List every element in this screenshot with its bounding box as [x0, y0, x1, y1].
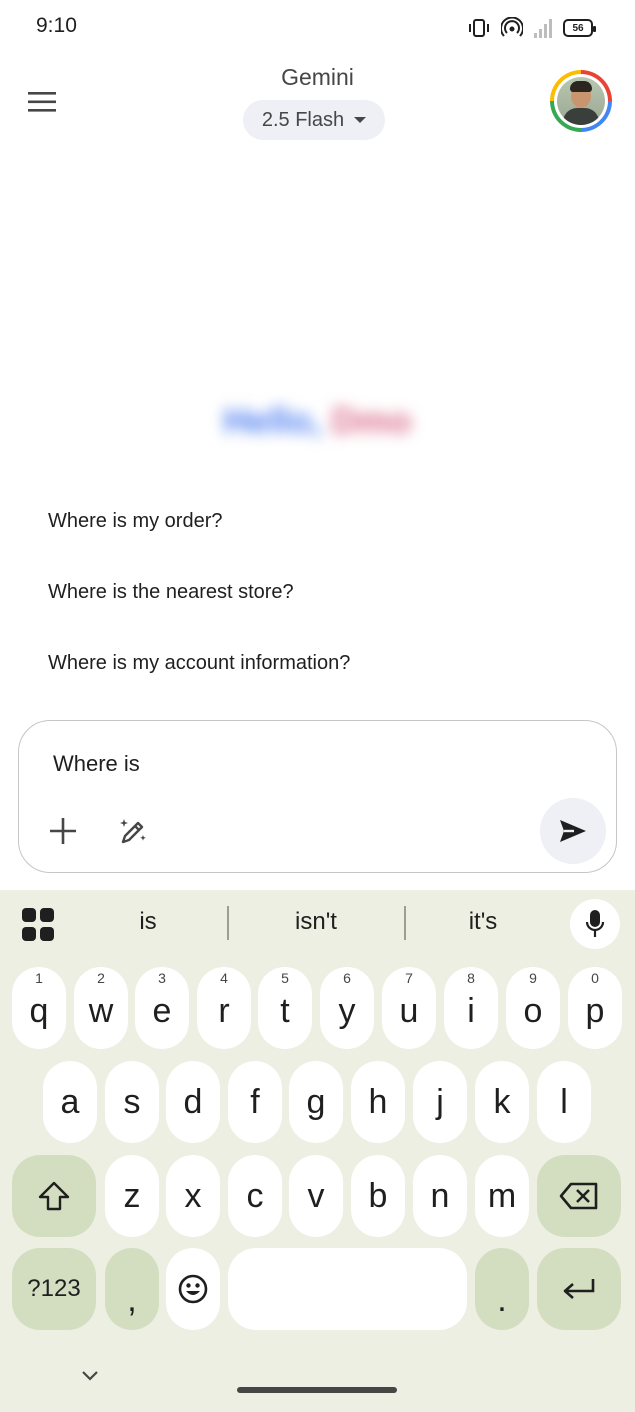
- battery-icon: 56: [563, 19, 596, 37]
- suggestion-item[interactable]: Where is my order?: [48, 510, 223, 533]
- word-suggestion[interactable]: it's: [423, 908, 543, 936]
- hide-keyboard-button[interactable]: [76, 1362, 104, 1390]
- key-i[interactable]: 8i: [444, 967, 498, 1049]
- suggestion-divider: [404, 906, 406, 940]
- suggestion-divider: [227, 906, 229, 940]
- plus-icon: [50, 818, 76, 844]
- key-n[interactable]: n: [413, 1155, 467, 1237]
- send-icon: [560, 820, 586, 842]
- key-w[interactable]: 2w: [74, 967, 128, 1049]
- key-k[interactable]: k: [475, 1061, 529, 1143]
- key-m[interactable]: m: [475, 1155, 529, 1237]
- microphone-icon: [585, 910, 605, 937]
- key-l[interactable]: l: [537, 1061, 591, 1143]
- key-q[interactable]: 1q: [12, 967, 66, 1049]
- avatar-photo: [557, 77, 605, 125]
- keyboard-apps-grid-icon[interactable]: [22, 908, 56, 942]
- key-x[interactable]: x: [166, 1155, 220, 1237]
- hotspot-icon: [501, 17, 523, 37]
- symbols-key[interactable]: ?123: [12, 1248, 96, 1330]
- key-e[interactable]: 3e: [135, 967, 189, 1049]
- vibrate-icon: [469, 19, 489, 37]
- status-time: 9:10: [36, 14, 77, 37]
- emoji-icon: [178, 1274, 208, 1304]
- key-h[interactable]: h: [351, 1061, 405, 1143]
- account-avatar[interactable]: [550, 70, 612, 132]
- suggestion-item[interactable]: Where is my account information?: [48, 652, 350, 675]
- space-bar[interactable]: [228, 1248, 467, 1330]
- key-j[interactable]: j: [413, 1061, 467, 1143]
- greeting-name: Dmo: [331, 400, 412, 441]
- voice-input-button[interactable]: [570, 899, 620, 949]
- on-screen-keyboard: is isn't it's 1q 2w 3e 4r 5t 6y 7u 8i 9o…: [0, 890, 635, 1412]
- key-t[interactable]: 5t: [258, 967, 312, 1049]
- model-name: 2.5 Flash: [261, 108, 345, 131]
- word-suggestion[interactable]: is: [88, 908, 208, 936]
- key-z[interactable]: z: [105, 1155, 159, 1237]
- key-p[interactable]: 0p: [568, 967, 622, 1049]
- greeting-hello: Hello,: [223, 400, 322, 441]
- key-s[interactable]: s: [105, 1061, 159, 1143]
- key-v[interactable]: v: [289, 1155, 343, 1237]
- backspace-key[interactable]: [537, 1155, 621, 1237]
- dropdown-caret-icon: [354, 117, 367, 123]
- status-icons: 56: [467, 16, 596, 40]
- keyboard-suggestion-bar: is isn't it's: [0, 890, 635, 956]
- suggestion-item[interactable]: Where is the nearest store?: [48, 581, 294, 604]
- comma-key[interactable]: ,: [105, 1248, 159, 1330]
- key-a[interactable]: a: [43, 1061, 97, 1143]
- enter-key[interactable]: [537, 1248, 621, 1330]
- send-button[interactable]: [540, 798, 606, 864]
- backspace-icon: [559, 1182, 598, 1210]
- shift-icon: [38, 1181, 70, 1211]
- battery-level: 56: [572, 22, 584, 34]
- key-y[interactable]: 6y: [320, 967, 374, 1049]
- key-d[interactable]: d: [166, 1061, 220, 1143]
- enter-icon: [563, 1279, 595, 1299]
- signal-icon: [534, 19, 552, 38]
- key-b[interactable]: b: [351, 1155, 405, 1237]
- magic-pen-icon: [120, 819, 146, 844]
- hamburger-menu-icon: [28, 92, 56, 112]
- greeting: Hello, Dmo: [0, 400, 635, 442]
- emoji-key[interactable]: [166, 1248, 220, 1330]
- key-o[interactable]: 9o: [506, 967, 560, 1049]
- key-u[interactable]: 7u: [382, 967, 436, 1049]
- key-f[interactable]: f: [228, 1061, 282, 1143]
- add-attachment-button[interactable]: [43, 811, 83, 851]
- tools-button[interactable]: [113, 811, 153, 851]
- key-c[interactable]: c: [228, 1155, 282, 1237]
- status-bar: 9:10 56: [0, 0, 635, 56]
- key-r[interactable]: 4r: [197, 967, 251, 1049]
- model-selector[interactable]: 2.5 Flash: [243, 100, 385, 140]
- period-key[interactable]: .: [475, 1248, 529, 1330]
- key-g[interactable]: g: [289, 1061, 343, 1143]
- app-title: Gemini: [281, 64, 354, 90]
- shift-key[interactable]: [12, 1155, 96, 1237]
- word-suggestion[interactable]: isn't: [256, 908, 376, 936]
- chevron-down-icon: [82, 1371, 98, 1381]
- prompt-input[interactable]: Where is: [53, 751, 140, 777]
- prompt-input-card: Where is: [18, 720, 617, 873]
- home-indicator[interactable]: [237, 1387, 397, 1393]
